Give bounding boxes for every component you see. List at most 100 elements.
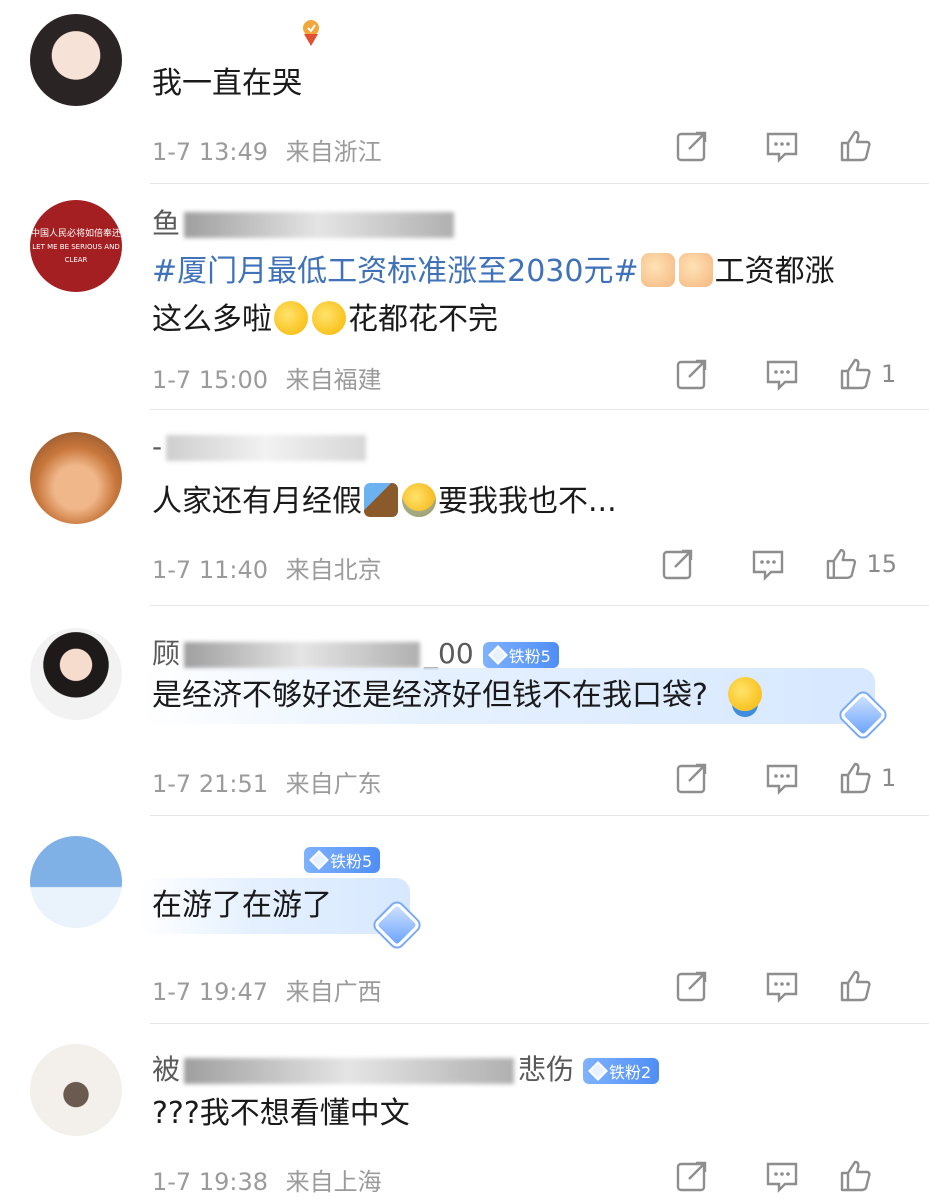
reply-button[interactable] [765,128,839,164]
diamond-icon [487,645,508,665]
username[interactable]: 被 悲伤 铁粉2 [152,1048,660,1088]
like-button[interactable]: 15 [825,546,897,582]
thinking-emoji-icon [274,301,308,335]
comment-meta: 1-7 13:49 来自浙江 [152,132,382,167]
repost-icon [676,131,707,162]
comment-meta: 1-7 15:00 来自福建 [152,360,382,395]
like-count: 1 [881,360,897,388]
repost-icon [676,1161,707,1192]
torch-emoji-icon [364,483,398,517]
avatar[interactable] [30,14,122,106]
comment-actions [675,968,897,1004]
comment-actions: 1 [675,760,897,796]
avatar-text: 中国人民必将如倍奉还 [30,229,121,239]
comment-actions: 1 [675,356,897,392]
comment-time: 1-7 13:49 [152,138,268,166]
reply-button[interactable] [765,968,839,1004]
repost-button[interactable] [675,1158,765,1194]
thumbs-up-icon [840,762,871,794]
comment-text: #厦门月最低工资标准涨至2030元# 工资都涨 这么多啦 花都花不完 [152,248,889,344]
fan-badge[interactable]: 铁粉5 [482,642,559,668]
comment-meta: 1-7 19:38 来自上海 [152,1162,382,1197]
comment-icon [766,972,798,1003]
repost-button[interactable] [675,760,765,796]
comment-icon [766,360,798,391]
comment-item: 顾 _00 铁粉5 是经济不够好还是经济好但钱不在我口袋? 1-7 21:51 来… [0,606,929,816]
comment-text: 是经济不够好还是经济好但钱不在我口袋? [152,672,889,720]
badge-label: 铁粉5 [508,647,551,666]
thumbs-up-icon [826,549,857,579]
username-text: 顾 [152,637,181,670]
comment-item: - 人家还有月经假 要我我也不... 1-7 11:40 来自北京 15 [0,410,929,606]
comment-text: 我一直在哭 [152,66,302,101]
fan-badge[interactable]: 铁粉2 [582,1058,660,1084]
like-button[interactable]: 1 [839,356,897,392]
reply-button[interactable] [765,760,839,796]
avatar-text: LET ME BE SERIOUS AND CLEAR [32,243,120,264]
comment-location: 来自福建 [285,366,382,394]
like-count: 15 [866,550,897,578]
redaction-blur [184,1058,515,1084]
shrug-emoji-icon [727,677,762,711]
reply-button[interactable] [765,1158,839,1194]
comment-item: 我一直在哭 1-7 13:49 来自浙江 [0,0,929,184]
comment-meta: 1-7 19:47 来自广西 [152,972,382,1007]
like-button[interactable] [839,128,897,164]
like-button[interactable] [839,968,897,1004]
text-segment: 是经济不够好还是经济好但钱不在我口袋? [152,678,708,713]
text-segment: 人家还有月经假 [152,484,362,519]
avatar[interactable] [30,1044,122,1136]
comment-item: 铁粉5 在游了在游了 1-7 19:47 来自广西 [0,816,929,1024]
comment-time: 1-7 15:00 [152,366,268,394]
username[interactable]: 鱼 [152,202,458,242]
comment-actions [675,1158,897,1194]
comment-location: 来自上海 [285,1168,382,1196]
redaction-blur [184,212,455,238]
like-button[interactable]: 1 [839,760,897,796]
comment-icon [766,1162,798,1193]
avatar[interactable] [30,628,122,720]
comment-icon [766,132,798,163]
thumbs-up-icon [840,970,871,1002]
avatar[interactable] [30,836,122,928]
avatar[interactable] [30,432,122,524]
comment-icon [766,764,798,795]
comment-meta: 1-7 21:51 来自广东 [152,764,382,799]
diamond-icon [588,1061,608,1081]
comment-actions [675,128,897,164]
username[interactable]: 顾 _00 铁粉5 [152,632,559,672]
reply-button[interactable] [765,356,839,392]
thumbs-up-icon [840,1160,871,1192]
comment-time: 1-7 21:51 [152,770,268,798]
comment-text: ???我不想看懂中文 [152,1096,410,1131]
thumbs-up-icon [840,130,871,162]
username[interactable]: 铁粉5 [304,842,381,875]
comment-location: 来自广东 [285,770,382,798]
repost-button[interactable] [675,968,765,1004]
repost-button[interactable] [675,128,765,164]
fan-badge[interactable]: 铁粉5 [304,847,381,873]
repost-icon [662,549,693,580]
thumbs-up-emoji-icon [640,253,675,287]
username-text: _00 [424,637,474,670]
topic-link[interactable]: #厦门月最低工资标准涨至2030元# [152,254,639,289]
repost-icon [676,763,707,794]
comment-feed: 我一直在哭 1-7 13:49 来自浙江 中国人民必将如倍奉还 LET ME B… [0,0,929,1200]
reply-button[interactable] [751,546,825,582]
repost-button[interactable] [661,546,751,582]
repost-icon [676,359,707,390]
avatar[interactable]: 中国人民必将如倍奉还 LET ME BE SERIOUS AND CLEAR [30,200,122,292]
badge-label: 铁粉2 [608,1063,652,1082]
repost-icon [676,971,707,1002]
text-segment: 花都花不完 [348,302,498,337]
thinking-emoji-icon [312,301,346,335]
comment-location: 来自北京 [285,556,382,584]
comment-actions: 15 [661,546,897,582]
username-text: 被 [152,1053,181,1086]
thumbs-up-icon [840,358,871,390]
comment-location: 来自广西 [285,978,382,1006]
comment-text: 人家还有月经假 要我我也不... [152,478,889,526]
like-button[interactable] [839,1158,897,1194]
username[interactable]: - [152,430,370,463]
repost-button[interactable] [675,356,765,392]
